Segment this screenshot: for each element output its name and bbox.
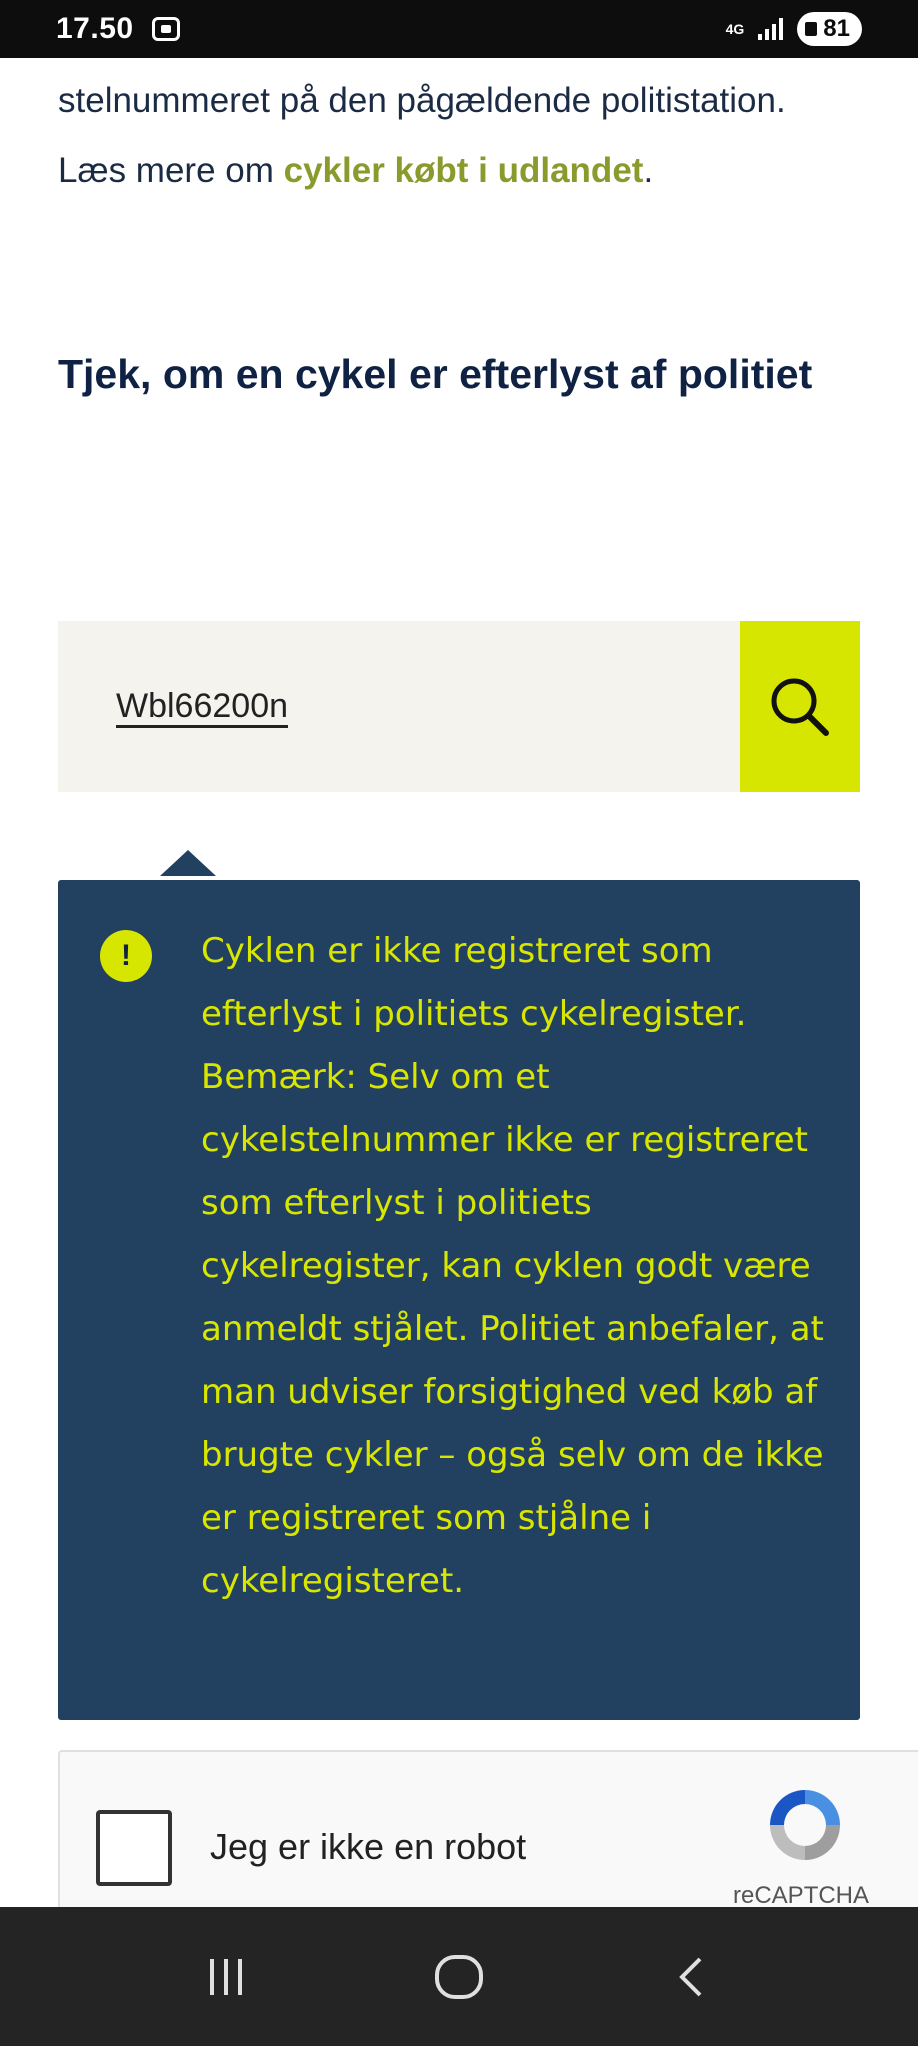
- search-form: Wbl66200n: [58, 621, 860, 792]
- status-bar: 17.50 4G 81: [0, 0, 918, 58]
- back-icon: [678, 1957, 702, 1996]
- system-navigation-bar: [0, 1907, 918, 2046]
- recaptcha-widget: Jeg er ikke en robot reCAPTCHA: [58, 1750, 918, 1910]
- page-content: stelnummeret på den pågældende politista…: [58, 58, 918, 1910]
- signal-icon: [758, 18, 784, 40]
- recaptcha-label: Jeg er ikke en robot: [210, 1826, 527, 1867]
- frame-number-value: Wbl66200n: [116, 687, 289, 725]
- intro-paragraph: stelnummeret på den pågældende politista…: [58, 66, 860, 206]
- network-type: 4G: [725, 21, 745, 37]
- recent-apps-button[interactable]: [186, 1937, 266, 2017]
- notice-message: Cyklen er ikke registreret som efterlyst…: [201, 931, 824, 1601]
- screen-record-icon: [151, 17, 180, 41]
- search-button[interactable]: [740, 621, 860, 792]
- home-icon: [434, 1954, 483, 1999]
- home-button[interactable]: [419, 1937, 499, 2017]
- exclamation-icon: !: [100, 930, 152, 982]
- result-notice: ! Cyklen er ikke registreret som efterly…: [58, 880, 860, 1720]
- recent-apps-icon: [210, 1958, 243, 1995]
- search-icon: [771, 678, 829, 736]
- intro-text-end: .: [643, 151, 654, 190]
- status-indicators: 4G 81: [726, 12, 862, 46]
- recaptcha-brand: reCAPTCHA: [733, 1882, 870, 1909]
- notice-pointer: [160, 850, 216, 876]
- section-heading: Tjek, om en cykel er efterlyst af politi…: [58, 351, 813, 397]
- recaptcha-checkbox[interactable]: [96, 1810, 172, 1886]
- battery-badge: 81: [797, 12, 862, 46]
- frame-number-input[interactable]: Wbl66200n: [58, 621, 740, 792]
- recaptcha-logo-icon: [770, 1790, 840, 1860]
- link-cycles-bought-abroad[interactable]: cykler købt i udlandet: [284, 151, 644, 190]
- status-time: 17.50: [56, 12, 134, 45]
- back-button[interactable]: [652, 1937, 732, 2017]
